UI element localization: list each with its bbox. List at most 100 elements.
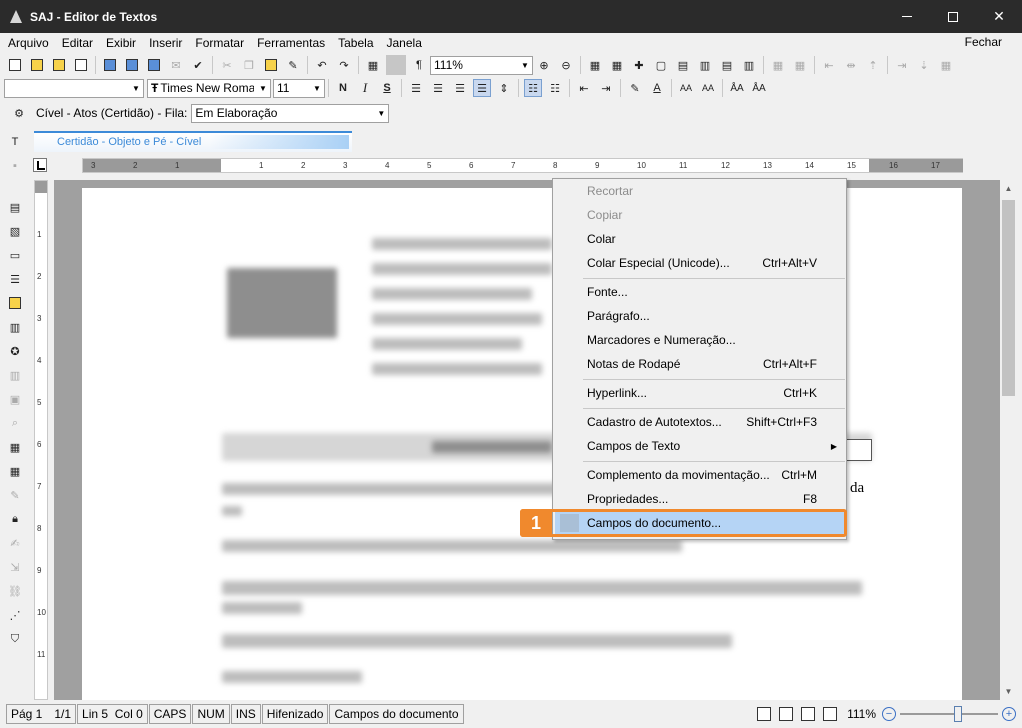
maximize-button[interactable]	[930, 0, 976, 33]
align-left-icon[interactable]: ☰	[407, 79, 425, 97]
menu-item-autotextos[interactable]: Cadastro de Autotextos... Shift+Ctrl+F3	[555, 411, 845, 433]
vertical-ruler[interactable]: 1 2 3 4 5 6 7 8 9 10 11	[34, 180, 48, 700]
vertical-scrollbar[interactable]: ▲ ▼	[1000, 180, 1017, 700]
menu-item-notas-rodape[interactable]: Notas de Rodapé Ctrl+Alt+F	[555, 353, 845, 375]
fechar-button[interactable]: Fechar	[965, 35, 1002, 49]
shrink-font-icon[interactable]: AA	[699, 79, 717, 97]
view-draft-icon[interactable]	[823, 707, 838, 721]
scroll-up-icon[interactable]: ▲	[1000, 180, 1017, 197]
paste-icon[interactable]	[262, 56, 280, 74]
font-color-icon[interactable]: A	[648, 79, 666, 97]
table-icon[interactable]: ▦	[364, 56, 382, 74]
horizontal-ruler[interactable]: 3 2 1 1 2 3 4 5 6 7 8 9 10 11 12 13 14 15 16 17	[82, 158, 963, 173]
bold-button[interactable]: N	[334, 79, 352, 97]
align-justify-icon[interactable]: ☰	[473, 79, 491, 97]
stamp-icon[interactable]: ▪	[6, 157, 24, 175]
menu-item-colar[interactable]: Colar	[555, 228, 845, 250]
lock-icon[interactable]: 🔒︎	[6, 510, 24, 528]
numbering-icon[interactable]: ☷	[546, 79, 564, 97]
layers-icon[interactable]: ▣	[6, 390, 24, 408]
grid-tool-icon[interactable]: ▦	[6, 462, 24, 480]
table-grid-icon[interactable]: ▦	[608, 56, 626, 74]
menu-formatar[interactable]: Formatar	[195, 36, 244, 50]
zoom-out-icon[interactable]: ⊖	[557, 56, 575, 74]
cut-icon[interactable]: ✂	[218, 56, 236, 74]
view-page-icon[interactable]	[757, 707, 772, 721]
increase-indent-icon[interactable]: ⇥	[597, 79, 615, 97]
delete-col-icon[interactable]: ▥	[740, 56, 758, 74]
scroll-down-icon[interactable]: ▼	[1000, 683, 1017, 700]
chevron-down-icon[interactable]: ▼	[256, 80, 270, 97]
chevron-down-icon[interactable]: ▼	[310, 80, 324, 97]
link-icon[interactable]: ⛓	[6, 582, 24, 600]
paint-icon[interactable]: ⛉	[6, 630, 24, 648]
redo-icon[interactable]: ↷	[335, 56, 353, 74]
clear-format-icon[interactable]: ÅA	[750, 79, 768, 97]
line-spacing-icon[interactable]: ⇕	[495, 79, 513, 97]
bullets-icon[interactable]: ☷	[524, 79, 542, 97]
edit-tool-icon[interactable]: ✎	[6, 486, 24, 504]
menu-item-propriedades[interactable]: Propriedades... F8	[555, 488, 845, 510]
format-painter-icon[interactable]: ✎	[284, 56, 302, 74]
menu-item-marcadores[interactable]: Marcadores e Numeração...	[555, 329, 845, 351]
workflow-icon[interactable]: ⚙	[10, 104, 28, 122]
menu-inserir[interactable]: Inserir	[149, 36, 182, 50]
menu-arquivo[interactable]: Arquivo	[8, 36, 49, 50]
open-folder-icon[interactable]	[28, 56, 46, 74]
menu-item-copiar[interactable]: Copiar	[555, 204, 845, 226]
font-combo[interactable]: Ŧ Times New Roman ▼	[147, 78, 271, 98]
search-doc-icon[interactable]: ⌕	[6, 414, 24, 432]
merge-cells-icon[interactable]: ▦	[769, 56, 787, 74]
cell-top-icon[interactable]: ⇡	[864, 56, 882, 74]
align-right-icon[interactable]: ☰	[451, 79, 469, 97]
view-web-icon[interactable]	[801, 707, 816, 721]
cell-left-icon[interactable]: ⇤	[820, 56, 838, 74]
split-cells-icon[interactable]: ▦	[791, 56, 809, 74]
underline-button[interactable]: S	[378, 79, 396, 97]
menu-item-fonte[interactable]: Fonte...	[555, 281, 845, 303]
table-tool-icon[interactable]: ▥	[6, 366, 24, 384]
new-document-icon[interactable]	[6, 56, 24, 74]
minimize-button[interactable]	[884, 0, 930, 33]
menu-item-complemento[interactable]: Complemento da movimentação... Ctrl+M	[555, 464, 845, 486]
print-icon[interactable]	[101, 56, 119, 74]
selected-tool-icon[interactable]	[386, 55, 406, 75]
spellcheck-icon[interactable]: ✔	[189, 56, 207, 74]
form-delete-icon[interactable]: ▥	[6, 318, 24, 336]
close-window-button[interactable]: ✕	[976, 0, 1022, 33]
menu-item-campos-texto[interactable]: Campos de Texto ▶	[555, 435, 845, 457]
align-center-icon[interactable]: ☰	[429, 79, 447, 97]
email-icon[interactable]: ✉	[167, 56, 185, 74]
highlight-icon[interactable]: ✎	[626, 79, 644, 97]
zoom-slider[interactable]	[900, 706, 998, 722]
chevron-down-icon[interactable]: ▼	[374, 105, 388, 122]
table-props-icon[interactable]: ▦	[937, 56, 955, 74]
grid-icon[interactable]: ▦	[586, 56, 604, 74]
export-icon[interactable]: ⇲	[6, 558, 24, 576]
calendar-icon[interactable]: ▦	[6, 438, 24, 456]
insert-row-icon[interactable]: ▤	[674, 56, 692, 74]
attach-icon[interactable]: ▧	[6, 222, 24, 240]
comment-icon[interactable]: ▭	[6, 246, 24, 264]
delete-row-icon[interactable]: ▤	[718, 56, 736, 74]
scroll-thumb[interactable]	[1002, 200, 1015, 396]
print-preview-icon[interactable]	[123, 56, 141, 74]
marker-icon[interactable]	[6, 294, 24, 312]
box-icon[interactable]: ▢	[652, 56, 670, 74]
chevron-down-icon[interactable]: ▼	[129, 80, 143, 97]
style-combo[interactable]: ▼	[4, 78, 144, 98]
cell-split-icon[interactable]: ⇹	[842, 56, 860, 74]
menu-item-recortar[interactable]: Recortar	[555, 180, 845, 202]
menu-item-colar-especial[interactable]: Colar Especial (Unicode)... Ctrl+Alt+V	[555, 252, 845, 274]
menu-tabela[interactable]: Tabela	[338, 36, 373, 50]
undo-icon[interactable]: ↶	[313, 56, 331, 74]
share-icon[interactable]: ⋰	[6, 606, 24, 624]
menu-ferramentas[interactable]: Ferramentas	[257, 36, 325, 50]
menu-editar[interactable]: Editar	[62, 36, 93, 50]
zoom-out-button[interactable]: −	[882, 707, 896, 721]
cross-icon[interactable]: ✚	[630, 56, 648, 74]
tab-stop-selector[interactable]	[33, 158, 47, 172]
list-icon[interactable]: ☰	[6, 270, 24, 288]
menu-item-hyperlink[interactable]: Hyperlink... Ctrl+K	[555, 382, 845, 404]
insert-col-icon[interactable]: ▥	[696, 56, 714, 74]
